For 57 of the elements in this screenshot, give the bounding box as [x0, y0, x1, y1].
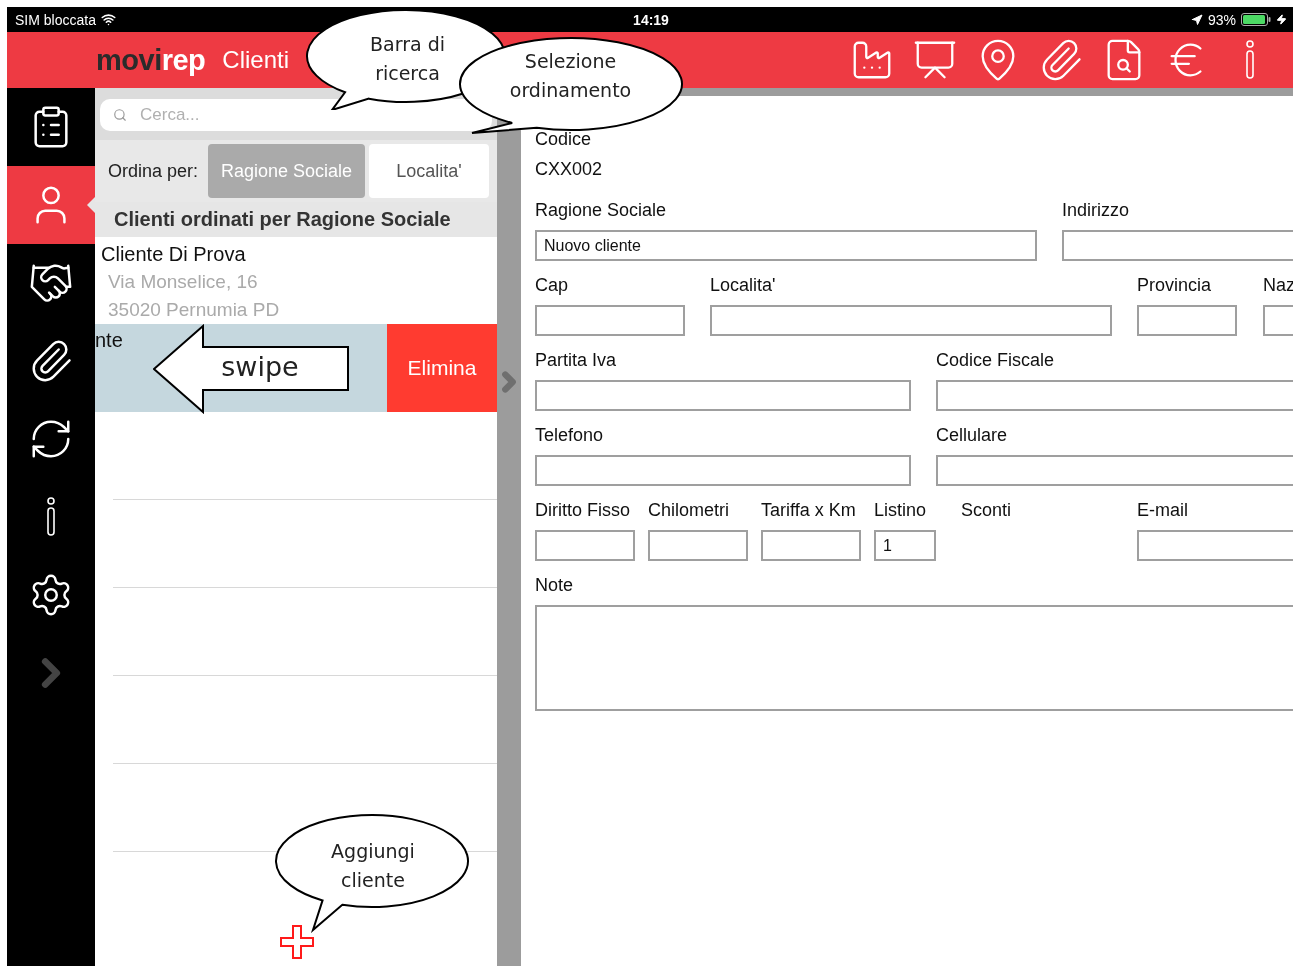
client-name: nte	[95, 328, 123, 353]
page-title: Clienti	[222, 46, 290, 74]
wifi-icon	[100, 12, 116, 27]
field-label: Cellulare	[936, 424, 1009, 446]
field-label: Telefono	[535, 424, 605, 446]
battery-icon	[1241, 13, 1271, 26]
delete-button[interactable]: Elimina	[387, 324, 497, 412]
text-field[interactable]	[535, 455, 911, 486]
field-label: Codice Fiscale	[936, 349, 1056, 371]
client-address: Via Monselice, 16	[107, 270, 259, 294]
search-icon	[113, 108, 127, 122]
sort-option[interactable]: Localita'	[369, 144, 490, 198]
field-label: Diritto Fisso	[535, 499, 631, 521]
clock: 14:19	[633, 11, 669, 28]
swipe-label: swipe	[220, 352, 300, 381]
text-field[interactable]: 1	[874, 530, 936, 561]
text-field[interactable]	[535, 380, 911, 411]
text-field[interactable]	[535, 530, 635, 561]
code-value: CXX002	[535, 158, 604, 180]
field-label: Codice	[535, 128, 593, 150]
section-header: Clienti ordinati per Ragione Sociale	[95, 202, 497, 237]
text-field[interactable]	[648, 530, 748, 561]
text-field[interactable]	[1137, 305, 1237, 336]
field-label: Partita Iva	[535, 349, 618, 371]
field-label: Ragione Sociale	[535, 199, 668, 221]
field-label: Indirizzo	[1062, 199, 1131, 221]
text-field[interactable]	[936, 380, 1293, 411]
field-label: Note	[535, 574, 575, 596]
field-label: Cap	[535, 274, 570, 296]
client-city: 35020 Pernumia PD	[107, 298, 281, 322]
field-label: Localita'	[710, 274, 777, 296]
text-field[interactable]	[1137, 530, 1293, 561]
location-icon	[1190, 13, 1203, 26]
charging-icon	[1276, 14, 1287, 25]
field-label: Sconti	[961, 499, 1013, 521]
carrier-label: SIM bloccata	[15, 11, 96, 28]
field-label: Tariffa x Km	[761, 499, 857, 521]
text-field[interactable]: Nuovo cliente	[535, 230, 1037, 261]
client-name[interactable]: Cliente Di Prova	[101, 240, 491, 268]
field-label: Chilometri	[648, 499, 731, 521]
sort-label: Ordina per:	[108, 160, 199, 182]
callout-text: Aggiungi cliente	[330, 839, 416, 893]
text-field[interactable]	[936, 455, 1293, 486]
search-field[interactable]: Cerca...	[100, 99, 492, 131]
text-field[interactable]	[535, 305, 685, 336]
note-field[interactable]	[535, 605, 1293, 711]
text-field[interactable]	[1062, 230, 1293, 261]
field-label: Provincia	[1137, 274, 1213, 296]
callout-text: Selezione ordinamento	[508, 49, 633, 103]
text-field[interactable]	[710, 305, 1112, 336]
field-label: E-mail	[1137, 499, 1189, 521]
logo: movirep	[96, 43, 206, 77]
callout-text: Barra di ricerca	[369, 32, 446, 86]
text-field[interactable]	[761, 530, 861, 561]
add-button[interactable]	[279, 924, 315, 960]
field-label: Listino	[874, 499, 928, 521]
battery-percent: 93%	[1207, 11, 1236, 28]
